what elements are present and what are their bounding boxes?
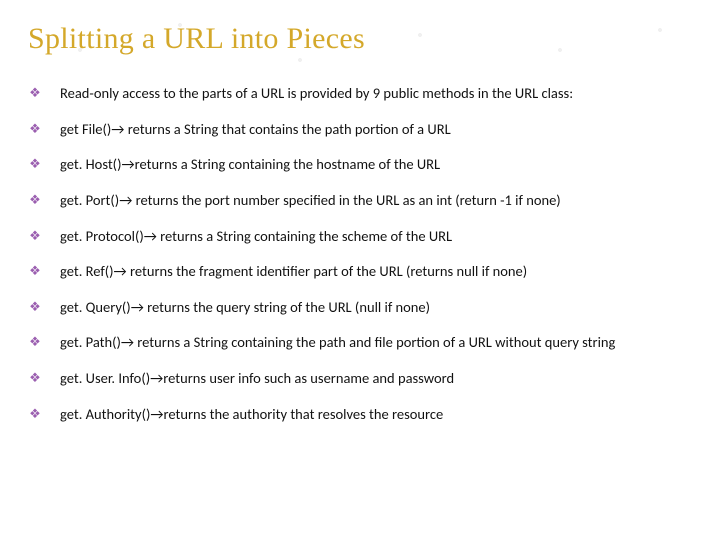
- bullet-icon: ❖: [28, 122, 42, 139]
- list-item-text: Read-only access to the parts of a URL i…: [60, 84, 692, 103]
- bullet-icon: ❖: [28, 86, 42, 103]
- bullet-icon: ❖: [28, 300, 42, 317]
- slide-title: Splitting a URL into Pieces: [28, 22, 692, 56]
- list-item-text: get. Protocol()→ returns a String contai…: [60, 227, 692, 246]
- bullet-list: ❖ Read-only access to the parts of a URL …: [28, 84, 692, 423]
- list-item: ❖ get. Protocol()→ returns a String conta…: [28, 227, 692, 246]
- list-item-text: get. Ref()→ returns the fragment identif…: [60, 262, 692, 281]
- list-item: ❖ get. Host()→returns a String containing…: [28, 155, 692, 174]
- slide-content: Splitting a URL into Pieces ❖ Read-only a…: [0, 0, 720, 450]
- list-item-text: get. Query()→ returns the query string o…: [60, 298, 692, 317]
- bullet-icon: ❖: [28, 157, 42, 174]
- list-item: ❖ Read-only access to the parts of a URL …: [28, 84, 692, 103]
- bullet-icon: ❖: [28, 335, 42, 352]
- list-item-text: get File()→ returns a String that contai…: [60, 120, 692, 139]
- bullet-icon: ❖: [28, 193, 42, 210]
- list-item-text: get. User. Info()→returns user info such…: [60, 369, 692, 388]
- bullet-icon: ❖: [28, 371, 42, 388]
- list-item: ❖ get File()→ returns a String that conta…: [28, 120, 692, 139]
- list-item: ❖ get. Ref()→ returns the fragment identi…: [28, 262, 692, 281]
- list-item: ❖ get. Path()→ returns a String containin…: [28, 333, 692, 352]
- bullet-icon: ❖: [28, 407, 42, 424]
- list-item-text: get. Port()→ returns the port number spe…: [60, 191, 692, 210]
- list-item: ❖ get. Query()→ returns the query string …: [28, 298, 692, 317]
- list-item-text: get. Authority()→returns the authority t…: [60, 405, 692, 424]
- list-item-text: get. Host()→returns a String containing …: [60, 155, 692, 174]
- list-item-text: get. Path()→ returns a String containing…: [60, 333, 692, 352]
- list-item: ❖ get. Port()→ returns the port number sp…: [28, 191, 692, 210]
- bullet-icon: ❖: [28, 229, 42, 246]
- list-item: ❖ get. User. Info()→returns user info suc…: [28, 369, 692, 388]
- list-item: ❖ get. Authority()→returns the authority …: [28, 405, 692, 424]
- bullet-icon: ❖: [28, 264, 42, 281]
